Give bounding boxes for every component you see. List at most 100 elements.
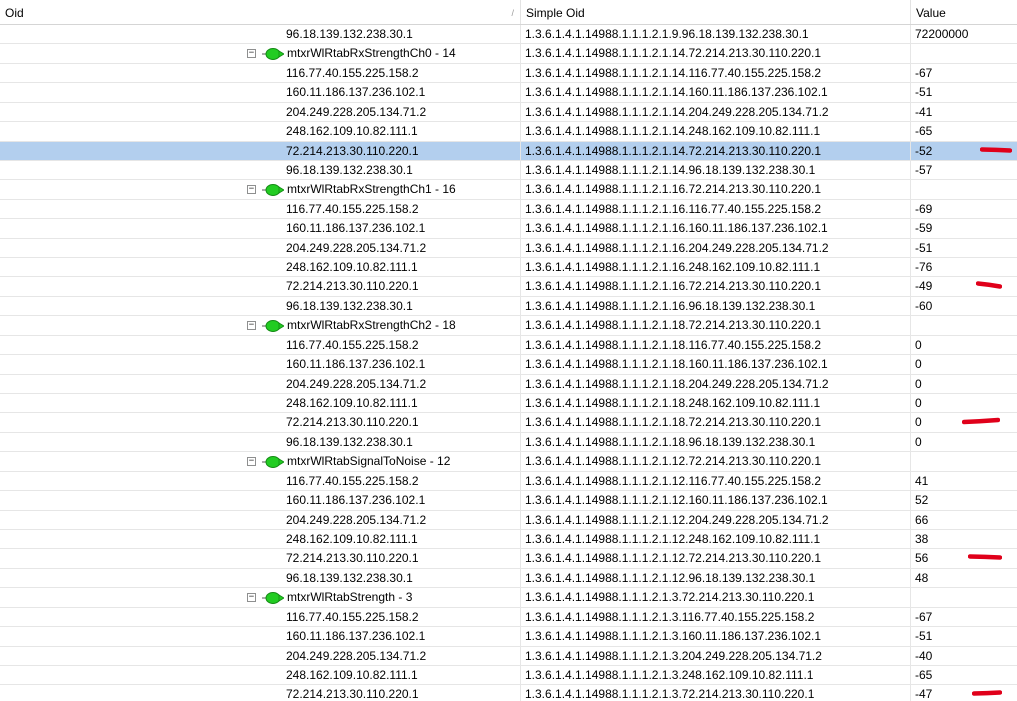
simple-oid-cell: 1.3.6.1.4.1.14988.1.1.1.2.1.16.116.77.40… <box>521 199 911 219</box>
oid-cell: 72.214.213.30.110.220.1 <box>0 685 521 701</box>
table-row[interactable]: 160.11.186.137.236.102.1 1.3.6.1.4.1.1498… <box>0 491 1017 511</box>
table-row[interactable]: 116.77.40.155.225.158.2 1.3.6.1.4.1.14988… <box>0 471 1017 492</box>
simple-oid-cell: 1.3.6.1.4.1.14988.1.1.1.2.1.12.248.162.1… <box>521 529 911 549</box>
mib-table-node-icon <box>262 184 284 197</box>
simple-oid-cell: 1.3.6.1.4.1.14988.1.1.1.2.1.12.160.11.18… <box>521 491 911 510</box>
value-cell: 66 <box>915 512 929 527</box>
oid-index: 248.162.109.10.82.111.1 <box>286 667 418 682</box>
oid-index: 248.162.109.10.82.111.1 <box>286 260 418 275</box>
oid-index: 248.162.109.10.82.111.1 <box>286 124 418 139</box>
oid-index: 160.11.186.137.236.102.1 <box>286 85 426 100</box>
oid-cell: 160.11.186.137.236.102.1 <box>0 491 521 510</box>
table-row[interactable]: 160.11.186.137.236.102.1 1.3.6.1.4.1.1498… <box>0 627 1017 647</box>
mib-table-node-icon <box>262 320 284 333</box>
simple-oid-cell: 1.3.6.1.4.1.14988.1.1.1.2.1.18.96.18.139… <box>521 432 911 452</box>
simple-oid-cell: 1.3.6.1.4.1.14988.1.1.1.2.1.14.160.11.18… <box>521 83 911 102</box>
table-row[interactable]: 72.214.213.30.110.220.1 1.3.6.1.4.1.14988… <box>0 413 1017 433</box>
oid-cell: − mtxrWlRtabSignalToNoise - 12 <box>0 452 521 471</box>
collapse-toggle-icon[interactable]: − <box>247 593 256 603</box>
oid-cell: 160.11.186.137.236.102.1 <box>0 355 521 374</box>
column-header-value[interactable]: Value <box>911 0 1017 24</box>
table-row[interactable]: 116.77.40.155.225.158.2 1.3.6.1.4.1.14988… <box>0 607 1017 628</box>
column-header-oid[interactable]: Oid / <box>0 0 521 24</box>
tree-group-row[interactable]: − mtxrWlRtabRxStrengthCh1 - 16 1.3.6.1.4.1… <box>0 180 1017 200</box>
simple-oid-cell: 1.3.6.1.4.1.14988.1.1.1.2.1.18.72.214.21… <box>521 316 911 335</box>
table-row[interactable]: 72.214.213.30.110.220.1 1.3.6.1.4.1.14988… <box>0 685 1017 701</box>
simple-oid-cell: 1.3.6.1.4.1.14988.1.1.1.2.1.3.160.11.186… <box>521 627 911 646</box>
oid-index: 116.77.40.155.225.158.2 <box>286 473 419 488</box>
table-row[interactable]: 160.11.186.137.236.102.1 1.3.6.1.4.1.1498… <box>0 355 1017 375</box>
collapse-toggle-icon[interactable]: − <box>247 49 256 59</box>
oid-index: 96.18.139.132.238.30.1 <box>286 298 413 313</box>
oid-index: 204.249.228.205.134.71.2 <box>286 104 427 119</box>
table-row[interactable]: 204.249.228.205.134.71.2 1.3.6.1.4.1.1498… <box>0 374 1017 395</box>
oid-cell: 204.249.228.205.134.71.2 <box>0 374 521 394</box>
collapse-toggle-icon[interactable]: − <box>247 457 256 467</box>
simple-oid-cell: 1.3.6.1.4.1.14988.1.1.1.2.1.14.72.214.21… <box>521 141 911 160</box>
table-row[interactable]: 96.18.139.132.238.30.1 1.3.6.1.4.1.14988.… <box>0 432 1017 453</box>
simple-oid-cell: 1.3.6.1.4.1.14988.1.1.1.2.1.18.72.214.21… <box>521 413 911 432</box>
oid-cell: 204.249.228.205.134.71.2 <box>0 510 521 529</box>
tree-group-row[interactable]: − mtxrWlRtabRxStrengthCh0 - 14 1.3.6.1.4.1… <box>0 44 1017 64</box>
oid-cell: 96.18.139.132.238.30.1 <box>0 160 521 180</box>
value-cell: 0 <box>915 376 922 391</box>
table-row[interactable]: 96.18.139.132.238.30.1 1.3.6.1.4.1.14988.… <box>0 25 1017 45</box>
column-header-row: Oid / Simple Oid Value <box>0 0 1017 25</box>
sort-indicator-icon: / <box>511 8 514 18</box>
tree-group-row[interactable]: − mtxrWlRtabRxStrengthCh2 - 18 1.3.6.1.4.1… <box>0 316 1017 336</box>
column-header-simple-oid[interactable]: Simple Oid <box>521 0 911 24</box>
oid-cell: 72.214.213.30.110.220.1 <box>0 413 521 432</box>
oid-index: 160.11.186.137.236.102.1 <box>286 493 426 508</box>
table-row[interactable]: 204.249.228.205.134.71.2 1.3.6.1.4.1.1498… <box>0 102 1017 123</box>
oid-cell: 248.162.109.10.82.111.1 <box>0 394 521 413</box>
red-highlight-mark <box>972 690 1002 697</box>
collapse-toggle-icon[interactable]: − <box>247 321 256 331</box>
table-row[interactable]: 96.18.139.132.238.30.1 1.3.6.1.4.1.14988.… <box>0 296 1017 317</box>
value-cell: -67 <box>915 609 933 624</box>
table-row[interactable]: 72.214.213.30.110.220.1 1.3.6.1.4.1.14988… <box>0 549 1017 569</box>
table-row[interactable]: 248.162.109.10.82.111.1 1.3.6.1.4.1.14988… <box>0 394 1017 414</box>
simple-oid-cell: 1.3.6.1.4.1.14988.1.1.1.2.1.18.160.11.18… <box>521 355 911 374</box>
table-row[interactable]: 116.77.40.155.225.158.2 1.3.6.1.4.1.14988… <box>0 199 1017 220</box>
table-row[interactable]: 248.162.109.10.82.111.1 1.3.6.1.4.1.14988… <box>0 258 1017 278</box>
table-row[interactable]: 248.162.109.10.82.111.1 1.3.6.1.4.1.14988… <box>0 122 1017 142</box>
oid-cell: 160.11.186.137.236.102.1 <box>0 83 521 102</box>
tree-group-row[interactable]: − mtxrWlRtabSignalToNoise - 12 1.3.6.1.4.1… <box>0 452 1017 472</box>
oid-cell: 116.77.40.155.225.158.2 <box>0 199 521 219</box>
table-row[interactable]: 96.18.139.132.238.30.1 1.3.6.1.4.1.14988.… <box>0 568 1017 589</box>
oid-cell: − mtxrWlRtabRxStrengthCh1 - 16 <box>0 180 521 199</box>
simple-oid-cell: 1.3.6.1.4.1.14988.1.1.1.2.1.16.204.249.2… <box>521 238 911 258</box>
table-row[interactable]: 72.214.213.30.110.220.1 1.3.6.1.4.1.14988… <box>0 277 1017 297</box>
oid-index: 96.18.139.132.238.30.1 <box>286 570 413 585</box>
oid-index: 116.77.40.155.225.158.2 <box>286 201 419 216</box>
oid-index: 116.77.40.155.225.158.2 <box>286 609 419 624</box>
oid-cell: 116.77.40.155.225.158.2 <box>0 607 521 627</box>
collapse-toggle-icon[interactable]: − <box>247 185 256 195</box>
simple-oid-cell: 1.3.6.1.4.1.14988.1.1.1.2.1.9.96.18.139.… <box>521 25 911 44</box>
table-row[interactable]: 160.11.186.137.236.102.1 1.3.6.1.4.1.1498… <box>0 83 1017 103</box>
oid-cell: 248.162.109.10.82.111.1 <box>0 122 521 141</box>
oid-cell: 96.18.139.132.238.30.1 <box>0 432 521 452</box>
value-cell: 41 <box>915 473 929 488</box>
group-name: mtxrWlRtabRxStrengthCh1 - 16 <box>287 182 456 197</box>
simple-oid-cell: 1.3.6.1.4.1.14988.1.1.1.2.1.12.72.214.21… <box>521 549 911 568</box>
table-row[interactable]: 116.77.40.155.225.158.2 1.3.6.1.4.1.14988… <box>0 335 1017 356</box>
tree-group-row[interactable]: − mtxrWlRtabStrength - 3 1.3.6.1.4.1.14988… <box>0 588 1017 608</box>
red-highlight-mark <box>976 281 1002 290</box>
table-row[interactable]: 248.162.109.10.82.111.1 1.3.6.1.4.1.14988… <box>0 665 1017 686</box>
table-row[interactable]: 96.18.139.132.238.30.1 1.3.6.1.4.1.14988.… <box>0 160 1017 181</box>
table-row[interactable]: 72.214.213.30.110.220.1 1.3.6.1.4.1.14988… <box>0 141 1017 161</box>
table-row[interactable]: 204.249.228.205.134.71.2 1.3.6.1.4.1.1498… <box>0 646 1017 666</box>
simple-oid-cell: 1.3.6.1.4.1.14988.1.1.1.2.1.16.248.162.1… <box>521 258 911 277</box>
table-row[interactable]: 204.249.228.205.134.71.2 1.3.6.1.4.1.1498… <box>0 238 1017 259</box>
table-row[interactable]: 160.11.186.137.236.102.1 1.3.6.1.4.1.1498… <box>0 219 1017 239</box>
table-row[interactable]: 204.249.228.205.134.71.2 1.3.6.1.4.1.1498… <box>0 510 1017 530</box>
table-row[interactable]: 116.77.40.155.225.158.2 1.3.6.1.4.1.14988… <box>0 63 1017 84</box>
value-cell: 48 <box>915 570 929 585</box>
oid-cell: 96.18.139.132.238.30.1 <box>0 296 521 316</box>
value-cell: -65 <box>915 124 933 139</box>
table-row[interactable]: 248.162.109.10.82.111.1 1.3.6.1.4.1.14988… <box>0 529 1017 550</box>
oid-cell: 72.214.213.30.110.220.1 <box>0 277 521 296</box>
column-header-value-label: Value <box>916 6 946 20</box>
simple-oid-cell: 1.3.6.1.4.1.14988.1.1.1.2.1.16.96.18.139… <box>521 296 911 316</box>
